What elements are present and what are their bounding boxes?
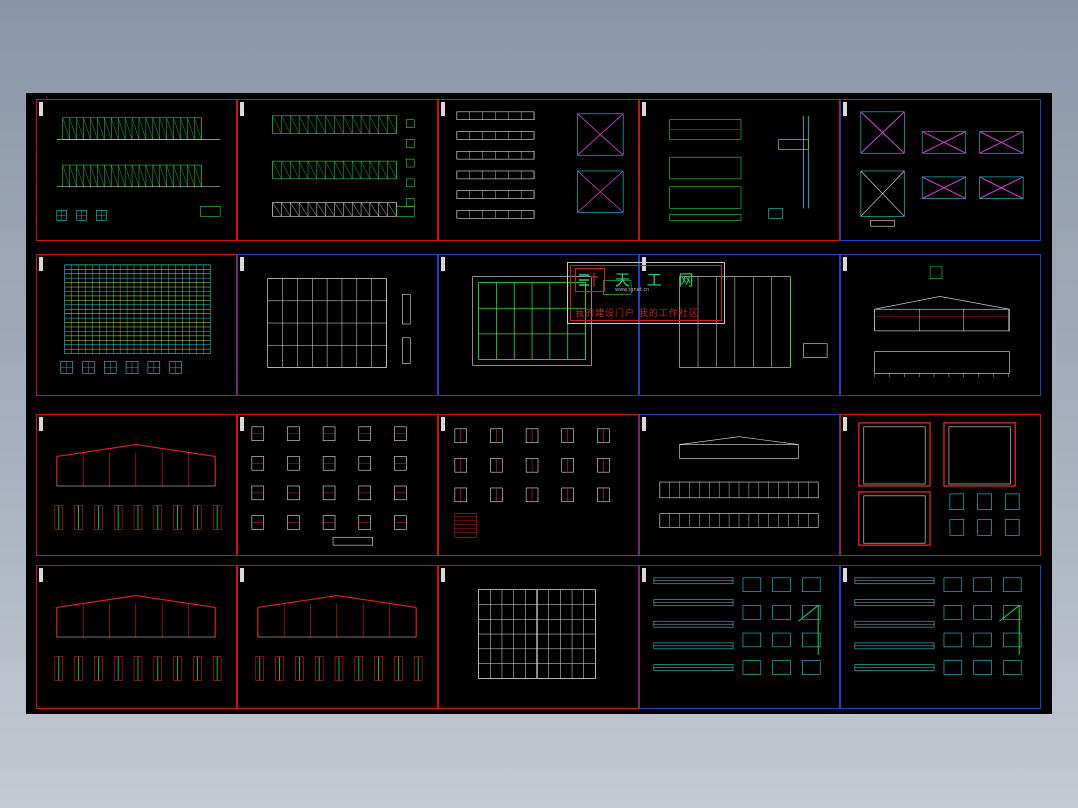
sheet-drawing-frame_red	[54, 443, 222, 530]
drawing-sheet-10[interactable]	[840, 254, 1041, 396]
drawing-sheet-15[interactable]	[840, 414, 1041, 556]
drawing-canvas[interactable]	[26, 93, 1052, 714]
watermark-url: www.tgnet.cn	[615, 287, 650, 293]
sheet-drawing-xbrace	[860, 111, 1024, 227]
sheet-drawing-portal	[858, 422, 1020, 546]
drawing-sheet-2[interactable]	[237, 99, 438, 241]
sheet-drawing-details2	[454, 428, 610, 538]
sheet-drawing-dense	[60, 264, 211, 374]
sheet-drawing-bracing	[456, 111, 624, 219]
drawing-sheet-5[interactable]	[840, 99, 1041, 241]
drawing-sheet-3[interactable]	[438, 99, 639, 241]
sheet-drawing-cyan_details	[854, 577, 1022, 675]
drawing-sheet-19[interactable]	[639, 565, 840, 709]
drawing-sheet-17[interactable]	[237, 565, 438, 709]
drawing-sheet-7[interactable]	[237, 254, 438, 396]
sheet-drawing-beams	[669, 115, 809, 221]
drawing-sheet-14[interactable]	[639, 414, 840, 556]
sheet-drawing-plan_grid	[478, 589, 596, 679]
drawing-sheet-13[interactable]	[438, 414, 639, 556]
sheet-drawing-frame_red	[255, 594, 423, 681]
watermark-slogan: 我的建设门户 我的工作社区	[575, 309, 699, 319]
sheet-drawing-elevation	[56, 117, 221, 221]
watermark-stamp: 天 工 网 www.tgnet.cn 我的建设门户 我的工作社区	[567, 262, 725, 324]
drawing-sheet-11[interactable]	[36, 414, 237, 556]
sheet-drawing-frame_red	[54, 594, 222, 681]
drawing-sheet-6[interactable]	[36, 254, 237, 396]
sheet-drawing-elevation3	[272, 115, 415, 217]
drawing-sheet-16[interactable]	[36, 565, 237, 709]
sheet-drawing-details	[251, 426, 407, 546]
drawing-sheet-4[interactable]	[639, 99, 840, 241]
sheet-drawing-section_small	[874, 266, 1010, 378]
watermark-logo-icon	[575, 268, 605, 292]
sheet-drawing-elev_white	[659, 436, 819, 528]
drawing-sheet-20[interactable]	[840, 565, 1041, 709]
sheet-drawing-plan_white	[267, 278, 411, 368]
drawing-sheet-12[interactable]	[237, 414, 438, 556]
drawing-sheet-18[interactable]	[438, 565, 639, 709]
sheet-drawing-cyan_details	[653, 577, 821, 675]
drawing-sheet-1[interactable]	[36, 99, 237, 241]
